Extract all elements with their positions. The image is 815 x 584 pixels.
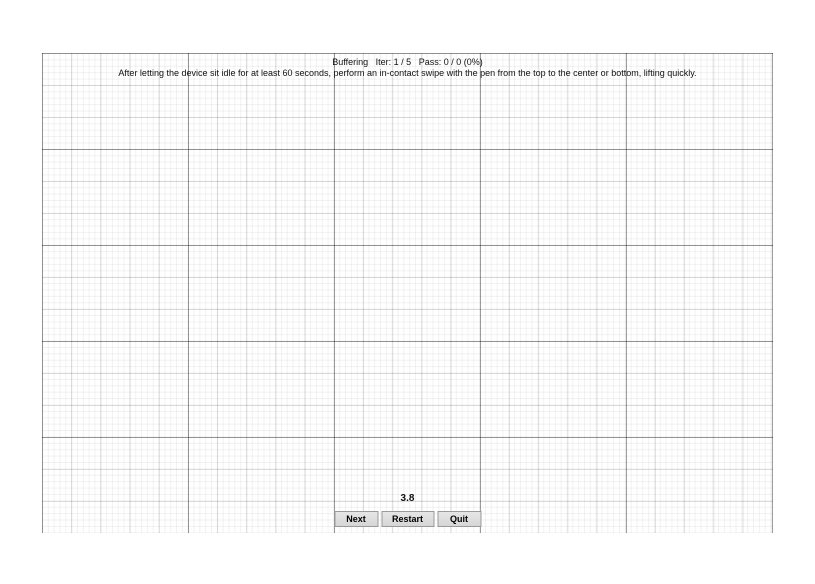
status-pass-label: Pass:	[419, 57, 442, 67]
status-line: Buffering Iter: 1 / 5 Pass: 0 / 0 (0%)	[332, 57, 483, 67]
restart-button[interactable]: Restart	[381, 511, 434, 527]
timer-value: 3.8	[401, 493, 415, 504]
status-iter-total: 5	[406, 57, 411, 67]
button-bar: Next Restart Quit	[334, 511, 481, 527]
test-canvas[interactable]: Buffering Iter: 1 / 5 Pass: 0 / 0 (0%) A…	[42, 53, 773, 533]
status-pass-pct: 0%	[467, 57, 480, 67]
status-iter-label: Iter:	[376, 57, 392, 67]
status-pass-current: 0	[444, 57, 449, 67]
status-pass-total: 0	[456, 57, 461, 67]
instruction-text: After letting the device sit idle for at…	[118, 68, 696, 78]
quit-button[interactable]: Quit	[437, 511, 481, 527]
next-button[interactable]: Next	[334, 511, 378, 527]
status-buffering: Buffering	[332, 57, 368, 67]
status-iter-current: 1	[394, 57, 399, 67]
